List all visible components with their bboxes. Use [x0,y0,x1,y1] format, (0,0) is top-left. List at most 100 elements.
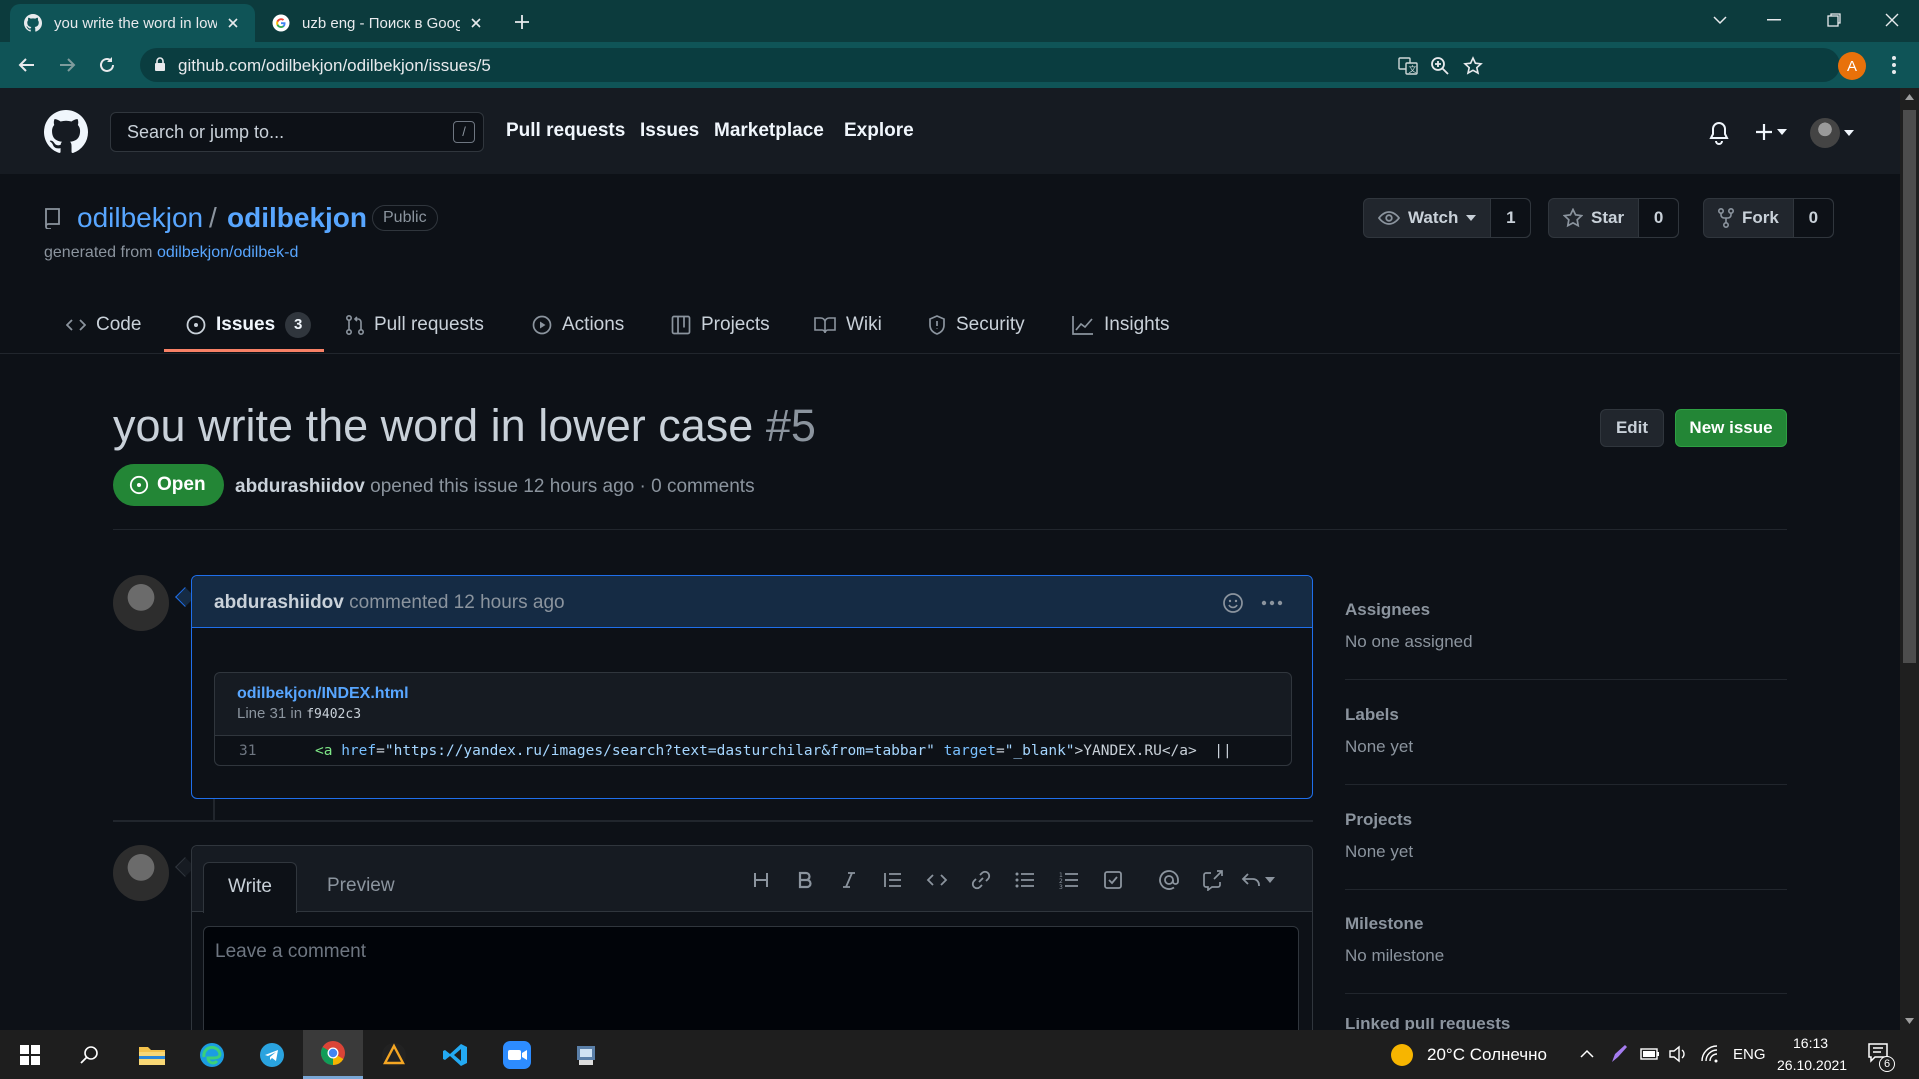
volume-icon[interactable] [1668,1045,1688,1063]
fork-button[interactable]: Fork [1704,199,1793,237]
forward-arrow-icon[interactable] [53,51,81,79]
wifi-icon[interactable] [1700,1045,1720,1063]
app-icon[interactable] [556,1030,616,1079]
input-language[interactable]: ENG [1733,1046,1766,1063]
bookmark-star-icon[interactable] [1463,56,1483,76]
saved-replies-menu[interactable] [1238,868,1278,892]
quote-icon[interactable] [881,868,905,892]
edge-icon[interactable] [182,1030,242,1079]
close-tab-icon[interactable] [225,15,241,31]
bell-icon[interactable] [1708,121,1730,145]
tab-preview[interactable]: Preview [303,862,419,913]
kebab-horizontal-icon[interactable] [1261,600,1283,606]
tab-write[interactable]: Write [203,862,297,913]
close-tab-icon[interactable] [468,15,484,31]
github-logo-icon[interactable] [44,110,88,154]
browser-tab[interactable]: uzb eng - Поиск в Google [258,4,498,42]
current-user-avatar[interactable] [113,845,169,901]
sidebar-projects-title[interactable]: Projects [1345,810,1787,830]
heading-icon[interactable] [749,868,773,892]
address-bar[interactable]: github.com/odilbekjon/odilbekjon/issues/… [140,48,1840,82]
lock-icon[interactable] [154,57,166,72]
sidebar-milestone-title[interactable]: Milestone [1345,914,1787,934]
tab-pull-requests[interactable]: Pull requests [346,300,484,350]
chrome-menu-icon[interactable] [1880,51,1908,79]
repo-owner-link[interactable]: odilbekjon [77,202,203,234]
restore-icon[interactable] [1814,6,1854,34]
tasklist-icon[interactable] [1101,868,1125,892]
code-icon[interactable] [925,868,949,892]
tab-insights[interactable]: Insights [1072,300,1169,350]
battery-icon[interactable] [1640,1047,1660,1061]
vscode-icon[interactable] [425,1030,485,1079]
italic-icon[interactable] [837,868,861,892]
sidebar-labels-title[interactable]: Labels [1345,705,1787,725]
watch-button[interactable]: Watch [1364,199,1490,237]
close-window-icon[interactable] [1872,6,1912,34]
new-issue-button[interactable]: New issue [1675,409,1787,447]
star-count[interactable]: 0 [1638,199,1679,237]
new-tab-button[interactable] [508,8,536,36]
scrollbar-thumb[interactable] [1903,110,1916,663]
reload-icon[interactable] [93,51,121,79]
nav-marketplace[interactable]: Marketplace [714,120,824,142]
tab-issues[interactable]: Issues 3 [186,300,312,350]
permalink-file-link[interactable]: odilbekjon/INDEX.html [237,685,409,703]
clock-date[interactable]: 26.10.2021 [1777,1057,1847,1073]
page-scrollbar[interactable] [1900,88,1919,1030]
smiley-icon[interactable] [1222,592,1244,614]
weather-text[interactable]: 20°C Солнечно [1427,1045,1547,1065]
translate-icon[interactable]: 文 [1398,56,1418,76]
browser-tab-active[interactable]: you write the word in lower case [10,4,255,42]
sidebar-linked-prs: Linked pull requests [1345,1018,1787,1030]
file-explorer-icon[interactable] [122,1030,182,1079]
telegram-icon[interactable] [242,1030,302,1079]
tab-actions[interactable]: Actions [532,300,624,350]
search-input[interactable] [127,122,447,143]
commit-sha-link[interactable]: f9402c3 [306,707,361,722]
back-arrow-icon[interactable] [13,51,41,79]
comment-author-link[interactable]: abdurashiidov [214,592,344,613]
star-button[interactable]: Star [1549,199,1638,237]
create-new-menu[interactable] [1755,123,1787,141]
nav-issues[interactable]: Issues [640,120,699,142]
tab-projects[interactable]: Projects [671,300,770,350]
tab-search-icon[interactable] [1700,6,1740,34]
zoom-meetings-icon[interactable] [487,1030,547,1079]
sidebar-linked-prs-title[interactable]: Linked pull requests [1345,1018,1787,1030]
tray-chevron-up-icon[interactable] [1580,1049,1594,1058]
link-icon[interactable] [969,868,993,892]
watch-count[interactable]: 1 [1490,199,1531,237]
unordered-list-icon[interactable] [1013,868,1037,892]
search-box[interactable]: / [110,112,484,152]
edit-button[interactable]: Edit [1600,409,1664,447]
nav-pull-requests[interactable]: Pull requests [506,120,625,142]
tab-security[interactable]: Security [928,300,1025,350]
tab-code[interactable]: Code [66,300,141,350]
cross-reference-icon[interactable] [1201,868,1225,892]
template-repo-link[interactable]: odilbekjon/odilbek-d [157,244,298,261]
issue-author-link[interactable]: abdurashiidov [235,476,365,497]
tab-wiki[interactable]: Wiki [814,300,882,350]
windows-start-icon[interactable] [0,1030,60,1079]
zoom-icon[interactable] [1430,56,1450,76]
pen-icon[interactable] [1610,1044,1628,1064]
repo-name-link[interactable]: odilbekjon [227,202,367,234]
scroll-up-arrow-icon[interactable] [1905,94,1914,100]
user-menu[interactable] [1810,118,1854,148]
ordered-list-icon[interactable]: 123 [1057,868,1081,892]
chrome-icon[interactable] [303,1030,363,1079]
minimize-icon[interactable] [1754,6,1794,34]
comment-author-avatar[interactable] [113,575,169,631]
scroll-down-arrow-icon[interactable] [1905,1018,1914,1024]
search-icon[interactable] [60,1030,120,1079]
fork-count[interactable]: 0 [1792,199,1833,237]
weather-sun-icon[interactable] [1390,1043,1414,1067]
sidebar-assignees-title[interactable]: Assignees [1345,600,1787,620]
profile-avatar[interactable]: A [1838,52,1866,80]
nav-explore[interactable]: Explore [844,120,914,142]
clock-time[interactable]: 16:13 [1793,1035,1828,1051]
avast-icon[interactable] [364,1030,424,1079]
bold-icon[interactable] [793,868,817,892]
mention-icon[interactable] [1157,868,1181,892]
